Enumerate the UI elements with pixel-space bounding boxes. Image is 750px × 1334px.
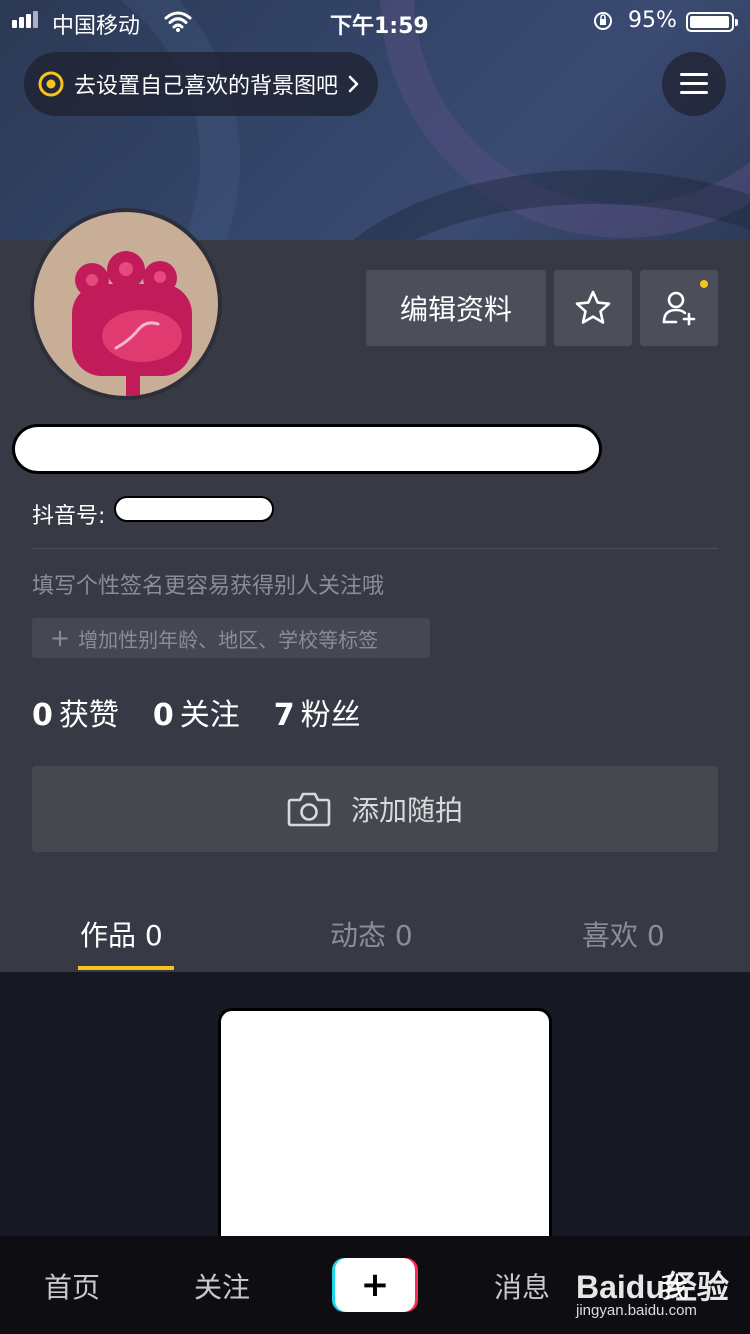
create-post-button[interactable]: + <box>332 1258 418 1312</box>
avatar[interactable] <box>30 208 222 400</box>
tab-likes[interactable]: 喜欢 0 <box>582 914 665 954</box>
clock: 下午1:59 <box>330 14 429 39</box>
favorites-button[interactable] <box>554 270 632 346</box>
edit-profile-label: 编辑资料 <box>399 293 512 326</box>
tab-works[interactable]: 作品 0 <box>80 914 163 954</box>
redacted-content <box>218 1008 552 1250</box>
battery-percent: 95% <box>628 8 677 33</box>
target-icon <box>38 71 64 97</box>
banner-decoration <box>300 170 750 240</box>
edit-profile-button[interactable]: 编辑资料 <box>366 270 546 346</box>
nav-home[interactable]: 首页 <box>44 1266 100 1306</box>
add-tags-label: 增加性别年龄、地区、学校等标签 <box>78 627 379 652</box>
chevron-right-icon <box>348 75 359 93</box>
set-background-tip-label: 去设置自己喜欢的背景图吧 <box>74 74 339 99</box>
avatar-image <box>72 251 192 396</box>
stat-followers[interactable]: 7 粉丝 <box>274 690 361 734</box>
stat-following[interactable]: 0 关注 <box>153 690 240 734</box>
add-random-shot-button[interactable]: 添加随拍 <box>32 766 718 852</box>
camera-icon <box>287 792 331 827</box>
redacted-douyin-id <box>114 496 274 522</box>
menu-button[interactable] <box>662 52 726 116</box>
star-icon <box>575 290 611 324</box>
carrier-name: 中国移动 <box>52 14 141 39</box>
watermark-url: jingyan.baidu.com <box>576 1302 697 1319</box>
divider <box>32 548 718 549</box>
profile-stats: 0 获赞 0 关注 7 粉丝 <box>32 690 361 734</box>
add-friend-icon <box>662 291 696 326</box>
add-tags-button[interactable]: + 增加性别年龄、地区、学校等标签 <box>32 618 430 658</box>
stat-likes[interactable]: 0 获赞 <box>32 690 119 734</box>
baidu-jingyan-watermark: Baidu经验 jingyan.baidu.com <box>576 1262 729 1319</box>
plus-icon: + <box>335 1258 415 1312</box>
tab-activity[interactable]: 动态 0 <box>330 914 413 954</box>
plus-icon: + <box>50 624 71 652</box>
nav-messages[interactable]: 消息 <box>494 1266 550 1306</box>
hamburger-menu-icon <box>680 73 708 76</box>
nav-follow[interactable]: 关注 <box>194 1266 250 1306</box>
battery-icon <box>686 12 738 32</box>
notification-dot <box>700 280 708 288</box>
orientation-lock-icon <box>594 12 612 30</box>
redacted-username <box>12 424 602 474</box>
profile-tabs: 作品 0 动态 0 喜欢 0 <box>0 900 750 972</box>
wifi-icon <box>164 11 192 32</box>
douyin-id-label: 抖音号: <box>32 504 106 529</box>
add-friend-button[interactable] <box>640 270 718 346</box>
status-bar: 中国移动 下午1:59 95% <box>0 0 750 44</box>
set-background-tip[interactable]: 去设置自己喜欢的背景图吧 <box>24 52 379 116</box>
add-random-shot-label: 添加随拍 <box>350 794 463 827</box>
active-tab-indicator <box>78 966 174 970</box>
signature-placeholder[interactable]: 填写个性签名更容易获得别人关注哦 <box>32 568 384 600</box>
